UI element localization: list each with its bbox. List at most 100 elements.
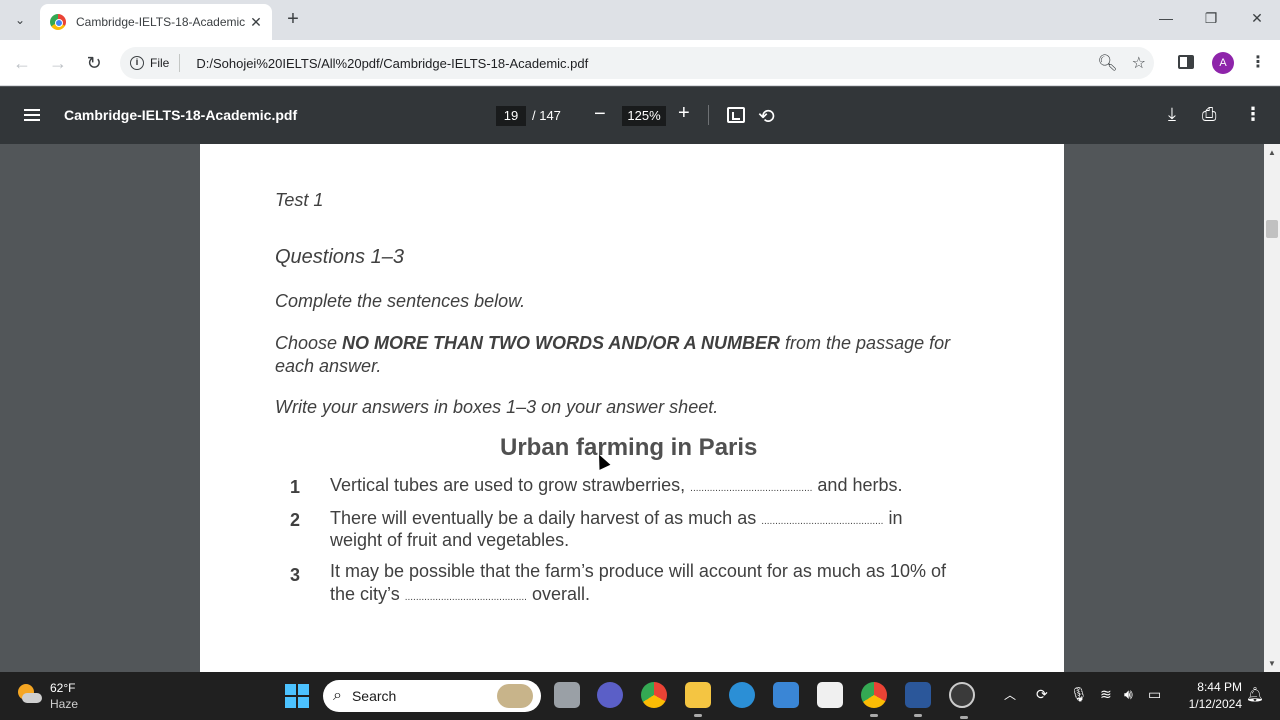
pdf-viewer[interactable]: Test 1 Questions 1–3 Complete the senten… [0, 144, 1264, 672]
document-title: Cambridge-IELTS-18-Academic.pdf [64, 107, 298, 123]
sync-icon[interactable]: ⟳ [1036, 686, 1048, 703]
browser-toolbar: ← → ↻ i File D:/Sohojei%20IELTS/All%20pd… [0, 40, 1280, 86]
instruction-write: Write your answers in boxes 1–3 on your … [275, 397, 719, 417]
question-2-blank: ........................................… [761, 516, 884, 527]
instruction-choose: Choose NO MORE THAN TWO WORDS AND/OR A N… [275, 333, 950, 354]
search-icon: ⌕ [333, 687, 342, 704]
question-number-1: 1 [290, 477, 301, 497]
tab-cambridge-pdf[interactable]: Cambridge-IELTS-18-Academic ✕ [40, 4, 272, 40]
instruction-choose-post: from the passage for [780, 333, 951, 353]
wifi-icon[interactable]: ≋ [1100, 686, 1112, 703]
tab-search-chevron-icon[interactable]: ⌄ [8, 8, 32, 32]
question-3-line2-post: overall. [526, 584, 590, 604]
weather-temperature[interactable]: 62°F [50, 681, 75, 695]
chrome-profile-icon[interactable] [861, 682, 887, 717]
question-1-blank: ........................................… [690, 483, 813, 494]
question-number-3: 3 [290, 565, 301, 585]
scroll-down-icon[interactable]: ▼ [1268, 659, 1276, 668]
menu-hamburger-icon[interactable] [24, 109, 40, 121]
site-info-label: File [150, 56, 170, 70]
teams-chat-icon[interactable] [597, 682, 623, 708]
tab-strip: ⌄ Cambridge-IELTS-18-Academic ✕ + — ❐ ✕ [0, 0, 1280, 40]
question-1-pre: Vertical tubes are used to grow strawber… [330, 475, 691, 495]
chip-divider [179, 54, 181, 72]
address-bar[interactable]: i File D:/Sohojei%20IELTS/All%20pdf/Camb… [120, 47, 1154, 79]
tray-overflow-icon[interactable]: ︿ [1004, 686, 1016, 703]
microsoft-store-icon[interactable] [817, 682, 843, 708]
restore-button[interactable]: ❐ [1201, 10, 1221, 27]
zoom-magnifier-icon[interactable]: 🔍︎ [1097, 53, 1117, 73]
page-number-input[interactable]: 19 [496, 106, 526, 126]
chrome-icon[interactable] [641, 682, 667, 708]
tab-title: Cambridge-IELTS-18-Academic [76, 15, 246, 29]
question-3-line2: the city’s .............................… [330, 584, 590, 605]
instruction-choose-line2: each answer. [275, 356, 382, 376]
question-1-post: and herbs. [812, 475, 903, 495]
search-highlight-image [497, 684, 533, 708]
question-number-2: 2 [290, 510, 301, 530]
zoom-out-button[interactable]: − [594, 103, 606, 126]
question-2-line2: weight of fruit and vegetables. [330, 530, 570, 550]
vertical-scrollbar[interactable]: ▲ ▼ [1264, 144, 1280, 672]
edge-icon[interactable] [729, 682, 755, 708]
notification-bell-icon[interactable]: 🔔︎ [1246, 686, 1264, 703]
battery-icon[interactable]: ▭ [1148, 686, 1161, 703]
url-text[interactable]: D:/Sohojei%20IELTS/All%20pdf/Cambridge-I… [196, 56, 588, 71]
instruction-choose-pre: Choose [275, 333, 343, 353]
question-1-text: Vertical tubes are used to grow strawber… [330, 475, 902, 496]
file-explorer-icon[interactable] [685, 682, 711, 717]
site-info-chip[interactable]: i File [130, 56, 169, 70]
back-button[interactable]: ← [10, 52, 34, 74]
zoom-level-input[interactable]: 125% [622, 106, 666, 126]
pdf-more-icon[interactable]: ⋮ [1244, 104, 1262, 125]
instruction-choose-bold: NO MORE THAN TWO WORDS AND/OR A NUMBER [342, 333, 781, 353]
scroll-up-icon[interactable]: ▲ [1268, 148, 1276, 157]
microphone-icon[interactable]: 🎙︎ [1070, 686, 1088, 703]
forward-button[interactable]: → [46, 52, 70, 74]
search-label: Search [351, 688, 397, 704]
fit-to-page-icon[interactable] [727, 107, 745, 123]
question-2-pre: There will eventually be a daily harvest… [330, 508, 762, 528]
reload-button[interactable]: ↻ [82, 52, 106, 74]
passage-title: Urban farming in Paris [500, 434, 758, 461]
page-total: / 147 [532, 108, 561, 123]
question-2-text: There will eventually be a daily harvest… [330, 508, 902, 529]
tab-close-icon[interactable]: ✕ [248, 14, 264, 31]
zoom-in-button[interactable]: + [678, 102, 690, 125]
task-view-icon[interactable] [554, 682, 580, 708]
pdf-toolbar: Cambridge-IELTS-18-Academic.pdf 19 / 147… [0, 87, 1280, 144]
chrome-favicon-icon [50, 14, 66, 30]
mail-icon[interactable] [773, 682, 799, 708]
word-icon[interactable] [905, 682, 931, 717]
test-label: Test 1 [275, 190, 324, 210]
scroll-thumb[interactable] [1266, 220, 1278, 238]
obs-icon[interactable] [949, 682, 975, 719]
question-3-text: It may be possible that the farm’s produ… [330, 561, 946, 581]
taskbar-search[interactable]: ⌕ Search [323, 680, 541, 712]
windows-start-icon[interactable] [285, 684, 309, 708]
volume-icon[interactable]: 🔊︎ [1124, 686, 1133, 703]
minimize-button[interactable]: — [1156, 10, 1176, 26]
profile-avatar[interactable]: A [1212, 52, 1234, 74]
new-tab-button[interactable]: + [282, 8, 304, 30]
question-2-post: in [883, 508, 903, 528]
pdf-page: Test 1 Questions 1–3 Complete the senten… [200, 144, 1064, 672]
question-3-blank: ........................................… [404, 592, 527, 603]
weather-condition[interactable]: Haze [50, 697, 78, 711]
weather-haze-icon[interactable] [18, 684, 42, 706]
side-panel-icon[interactable] [1178, 55, 1194, 69]
clock-date[interactable]: 1/12/2024 [1180, 697, 1242, 711]
clock-time[interactable]: 8:44 PM [1186, 680, 1242, 694]
info-icon: i [130, 56, 144, 70]
browser-menu-icon[interactable]: ⋮ [1250, 52, 1266, 72]
rotate-icon[interactable]: ⟲ [758, 104, 775, 129]
toolbar-divider [708, 105, 709, 125]
download-icon[interactable]: ⤓ [1168, 104, 1176, 125]
bookmark-star-icon[interactable]: ☆ [1132, 53, 1146, 73]
print-icon[interactable]: ⎙ [1202, 104, 1216, 125]
instruction-complete: Complete the sentences below. [275, 291, 526, 311]
close-window-button[interactable]: ✕ [1247, 10, 1267, 27]
taskbar: 62°F Haze ⌕ Search ︿ ⟳ 🎙︎ ≋ 🔊︎ ▭ 8:44 PM… [0, 672, 1280, 720]
question-3-line2-pre: the city’s [330, 584, 405, 604]
questions-heading: Questions 1–3 [275, 246, 404, 268]
